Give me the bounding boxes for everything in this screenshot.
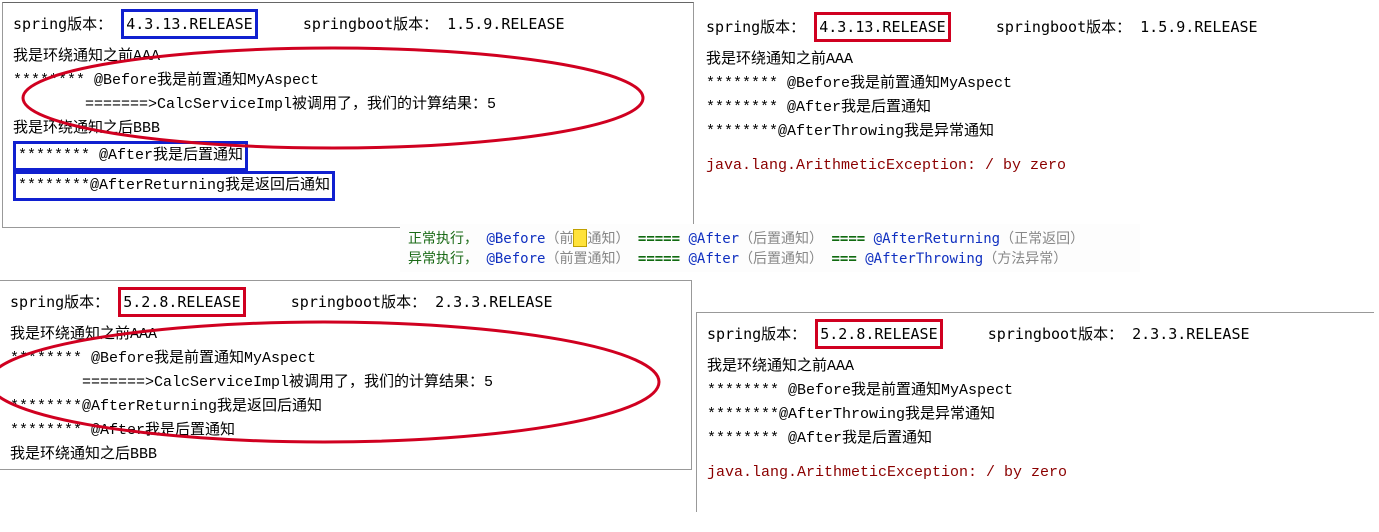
- anno-after-throwing: @AfterThrowing: [865, 251, 983, 267]
- spring-version: 4.3.13.RELEASE: [121, 9, 257, 39]
- header: spring版本： 4.3.13.RELEASE springboot版本： 1…: [13, 9, 683, 39]
- log-line: ******** @After我是后置通知: [707, 427, 1364, 451]
- summary-label: 正常执行，: [408, 231, 478, 247]
- anno-before: @Before: [486, 251, 545, 267]
- spring-label: spring版本：: [707, 325, 806, 343]
- anno-after-returning: @AfterReturning: [874, 231, 1000, 247]
- anno-after: @After: [688, 231, 739, 247]
- anno-before: @Before: [486, 231, 545, 247]
- log-line: ******** @After我是后置通知: [10, 419, 681, 443]
- springboot-version: 1.5.9.RELEASE: [1140, 18, 1257, 36]
- panel-spring5-exception: spring版本： 5.2.8.RELEASE springboot版本： 2.…: [696, 312, 1374, 512]
- springboot-version: 2.3.3.RELEASE: [1132, 325, 1249, 343]
- anno-after: @After: [688, 251, 739, 267]
- arrow: =====: [638, 231, 680, 247]
- log-line: ********@AfterThrowing我是异常通知: [706, 120, 1364, 144]
- log-line: ********@AfterReturning我是返回后通知: [13, 171, 683, 201]
- arrow: ===: [832, 251, 857, 267]
- log-line: ******** @After我是后置通知: [706, 96, 1364, 120]
- spring-label: spring版本：: [13, 15, 112, 33]
- spring-label: spring版本：: [706, 18, 805, 36]
- summary-exception: 异常执行， @Before（前置通知） ===== @After（后置通知） =…: [408, 248, 1132, 268]
- springboot-label: springboot版本：: [988, 325, 1123, 343]
- springboot-label: springboot版本：: [996, 18, 1131, 36]
- after-line: ******** @After我是后置通知: [13, 141, 248, 171]
- log-line: 我是环绕通知之前AAA: [13, 45, 683, 69]
- log-line: =======>CalcServiceImpl被调用了，我们的计算结果：5: [13, 93, 683, 117]
- spring-version: 5.2.8.RELEASE: [118, 287, 245, 317]
- log-line: 我是环绕通知之后BBB: [13, 117, 683, 141]
- log-line: ******** @Before我是前置通知MyAspect: [706, 72, 1364, 96]
- log-line: ********@AfterReturning我是返回后通知: [10, 395, 681, 419]
- springboot-version: 2.3.3.RELEASE: [435, 293, 552, 311]
- log-line: ******** @Before我是前置通知MyAspect: [10, 347, 681, 371]
- exception-line: java.lang.ArithmeticException: / by zero: [707, 461, 1364, 485]
- summary-label: 异常执行，: [408, 251, 478, 267]
- summary-normal: 正常执行， @Before（前通知） ===== @After（后置通知） ==…: [408, 228, 1132, 248]
- springboot-version: 1.5.9.RELEASE: [447, 15, 564, 33]
- spring-version: 4.3.13.RELEASE: [814, 12, 950, 42]
- exception-line: java.lang.ArithmeticException: / by zero: [706, 154, 1364, 178]
- arrow: ====: [832, 231, 866, 247]
- header: spring版本： 5.2.8.RELEASE springboot版本： 2.…: [707, 319, 1364, 349]
- log-line: ******** @Before我是前置通知MyAspect: [707, 379, 1364, 403]
- springboot-label: springboot版本：: [303, 15, 438, 33]
- log-line: 我是环绕通知之前AAA: [706, 48, 1364, 72]
- summary-legend: 正常执行， @Before（前通知） ===== @After（后置通知） ==…: [400, 224, 1140, 272]
- after-returning-line: ********@AfterReturning我是返回后通知: [13, 171, 335, 201]
- panel-spring5-normal: spring版本： 5.2.8.RELEASE springboot版本： 2.…: [0, 280, 692, 470]
- log-line: 我是环绕通知之前AAA: [10, 323, 681, 347]
- log-line: 我是环绕通知之后BBB: [10, 443, 681, 467]
- panel-spring4-exception: spring版本： 4.3.13.RELEASE springboot版本： 1…: [696, 6, 1374, 204]
- arrow: =====: [638, 251, 680, 267]
- header: spring版本： 4.3.13.RELEASE springboot版本： 1…: [706, 12, 1364, 42]
- header: spring版本： 5.2.8.RELEASE springboot版本： 2.…: [10, 287, 681, 317]
- springboot-label: springboot版本：: [291, 293, 426, 311]
- log-line: ******** @Before我是前置通知MyAspect: [13, 69, 683, 93]
- log-line: 我是环绕通知之前AAA: [707, 355, 1364, 379]
- log-line: ******** @After我是后置通知: [13, 141, 683, 171]
- text-cursor-icon: [573, 229, 587, 247]
- spring-label: spring版本：: [10, 293, 109, 311]
- spring-version: 5.2.8.RELEASE: [815, 319, 942, 349]
- panel-spring4-normal: spring版本： 4.3.13.RELEASE springboot版本： 1…: [2, 2, 694, 228]
- log-line: =======>CalcServiceImpl被调用了，我们的计算结果：5: [10, 371, 681, 395]
- log-line: ********@AfterThrowing我是异常通知: [707, 403, 1364, 427]
